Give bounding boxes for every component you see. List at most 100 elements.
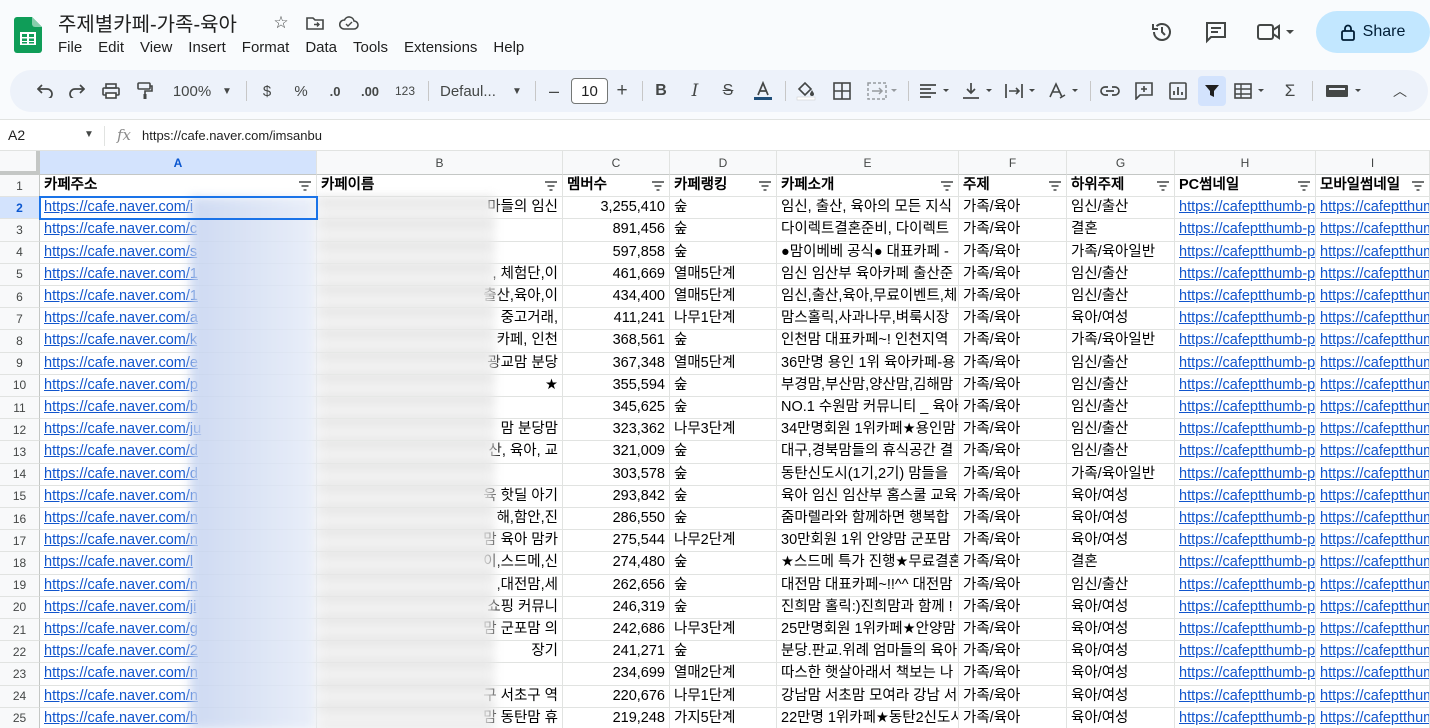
table-cell-i[interactable]: https://cafeptthum (1316, 397, 1430, 420)
table-cell-h[interactable]: https://cafeptthumb-ph (1175, 352, 1316, 375)
table-cell-f[interactable]: 가족/육아 (959, 485, 1067, 508)
italic-icon[interactable]: I (685, 70, 705, 112)
borders-icon[interactable] (830, 70, 854, 112)
table-cell-c[interactable]: 293,842 (563, 485, 670, 508)
table-cell-i[interactable]: https://cafeptthum (1316, 463, 1430, 486)
increase-font-size-icon[interactable]: + (612, 70, 632, 112)
column-header-i[interactable]: I (1316, 151, 1430, 175)
table-cell-d[interactable]: 열매5단계 (670, 263, 777, 286)
table-cell-c[interactable]: 321,009 (563, 441, 670, 464)
table-cell-g[interactable]: 육아/여성 (1067, 707, 1175, 728)
table-cell-f[interactable]: 가족/육아 (959, 530, 1067, 553)
table-cell-g[interactable]: 결혼 (1067, 219, 1175, 242)
cloud-status-icon[interactable] (338, 12, 360, 34)
row-header[interactable]: 13 (0, 441, 40, 464)
table-cell-i[interactable]: https://cafeptthum (1316, 552, 1430, 575)
decrease-font-size-icon[interactable]: – (544, 70, 564, 112)
bold-icon[interactable]: B (651, 70, 671, 112)
table-cell-c[interactable]: 274,480 (563, 552, 670, 575)
table-cell-e[interactable]: 동탄신도시(1기,2기) 맘들을 (777, 463, 959, 486)
row-header[interactable]: 19 (0, 574, 40, 597)
table-cell-g[interactable]: 육아/여성 (1067, 619, 1175, 642)
table-cell-g[interactable]: 육아/여성 (1067, 308, 1175, 331)
table-cell-f[interactable]: 가족/육아 (959, 308, 1067, 331)
table-cell-h[interactable]: https://cafeptthumb-ph (1175, 197, 1316, 220)
menu-help[interactable]: Help (485, 39, 532, 56)
formula-input[interactable]: https://cafe.naver.com/imsanbu (142, 128, 322, 143)
table-cell-e[interactable]: 인천맘 대표카페~! 인천지역 (777, 330, 959, 353)
table-cell-f[interactable]: 가족/육아 (959, 352, 1067, 375)
header-cell-a[interactable]: 카페주소 (40, 175, 317, 198)
filter-views-icon[interactable] (1232, 70, 1268, 112)
menu-insert[interactable]: Insert (180, 39, 234, 56)
table-cell-h[interactable]: https://cafeptthumb-ph (1175, 663, 1316, 686)
column-header-c[interactable]: C (563, 151, 670, 175)
table-cell-c[interactable]: 220,676 (563, 685, 670, 708)
table-cell-d[interactable]: 숲 (670, 219, 777, 242)
row-header[interactable]: 9 (0, 352, 40, 375)
table-cell-g[interactable]: 육아/여성 (1067, 530, 1175, 553)
table-cell-h[interactable]: https://cafeptthumb-ph (1175, 419, 1316, 442)
table-cell-i[interactable]: https://cafeptthum (1316, 619, 1430, 642)
table-cell-c[interactable]: 368,561 (563, 330, 670, 353)
table-cell-f[interactable]: 가족/육아 (959, 596, 1067, 619)
column-header-h[interactable]: H (1175, 151, 1316, 175)
percent-format-button[interactable]: % (291, 70, 311, 112)
table-cell-e[interactable]: 25만명회원 1위카페★안양맘 (777, 619, 959, 642)
column-filter-icon[interactable] (545, 181, 557, 191)
table-cell-d[interactable]: 숲 (670, 552, 777, 575)
header-cell-i[interactable]: 모바일썸네일 (1316, 175, 1430, 198)
table-cell-i[interactable]: https://cafeptthum (1316, 308, 1430, 331)
meet-icon[interactable] (1250, 12, 1302, 52)
table-cell-f[interactable]: 가족/육아 (959, 330, 1067, 353)
table-cell-f[interactable]: 가족/육아 (959, 641, 1067, 664)
table-cell-c[interactable]: 286,550 (563, 508, 670, 531)
filter-icon[interactable] (1198, 76, 1226, 106)
column-header-d[interactable]: D (670, 151, 777, 175)
row-header-1[interactable]: 1 (0, 175, 40, 198)
merge-cells-icon[interactable] (865, 70, 901, 112)
column-filter-icon[interactable] (1049, 181, 1061, 191)
table-cell-h[interactable]: https://cafeptthumb-ph (1175, 596, 1316, 619)
row-header[interactable]: 12 (0, 419, 40, 442)
table-cell-c[interactable]: 275,544 (563, 530, 670, 553)
table-cell-g[interactable]: 가족/육아일반 (1067, 241, 1175, 264)
header-cell-f[interactable]: 주제 (959, 175, 1067, 198)
column-filter-icon[interactable] (1412, 181, 1424, 191)
table-cell-d[interactable]: 열매2단계 (670, 663, 777, 686)
row-header[interactable]: 20 (0, 596, 40, 619)
table-cell-c[interactable]: 345,625 (563, 397, 670, 420)
table-cell-e[interactable]: 줌마렐라와 함께하면 행복합 (777, 508, 959, 531)
table-cell-h[interactable]: https://cafeptthumb-ph (1175, 308, 1316, 331)
document-title[interactable]: 주제별카페-가족-육아 (58, 8, 237, 37)
version-history-icon[interactable] (1142, 12, 1182, 52)
table-cell-h[interactable]: https://cafeptthumb-ph (1175, 619, 1316, 642)
table-cell-f[interactable]: 가족/육아 (959, 463, 1067, 486)
table-cell-g[interactable]: 임신/출산 (1067, 197, 1175, 220)
table-cell-d[interactable]: 가지5단계 (670, 707, 777, 728)
star-icon[interactable]: ☆ (270, 12, 292, 34)
table-cell-d[interactable]: 숲 (670, 241, 777, 264)
table-cell-g[interactable]: 임신/출산 (1067, 419, 1175, 442)
horizontal-align-icon[interactable] (917, 70, 953, 112)
comments-icon[interactable] (1196, 12, 1236, 52)
table-cell-c[interactable]: 246,319 (563, 596, 670, 619)
table-cell-e[interactable]: ●맘이베베 공식● 대표카페 - (777, 241, 959, 264)
paint-format-icon[interactable] (132, 70, 158, 112)
table-cell-e[interactable]: 22만명 1위카페★동탄2신도시 (777, 707, 959, 728)
table-cell-i[interactable]: https://cafeptthum (1316, 286, 1430, 309)
table-cell-h[interactable]: https://cafeptthumb-ph (1175, 241, 1316, 264)
currency-format-button[interactable]: $ (257, 70, 277, 112)
table-cell-f[interactable]: 가족/육아 (959, 241, 1067, 264)
table-cell-h[interactable]: https://cafeptthumb-ph (1175, 530, 1316, 553)
header-cell-e[interactable]: 카페소개 (777, 175, 959, 198)
column-filter-icon[interactable] (1157, 181, 1169, 191)
undo-icon[interactable] (32, 70, 58, 112)
column-filter-icon[interactable] (941, 181, 953, 191)
header-cell-c[interactable]: 멤버수 (563, 175, 670, 198)
column-filter-icon[interactable] (299, 181, 311, 191)
table-cell-c[interactable]: 461,669 (563, 263, 670, 286)
table-cell-e[interactable]: ★스드메 특가 진행★무료결혼 (777, 552, 959, 575)
table-cell-d[interactable]: 나무1단계 (670, 308, 777, 331)
column-header-f[interactable]: F (959, 151, 1067, 175)
